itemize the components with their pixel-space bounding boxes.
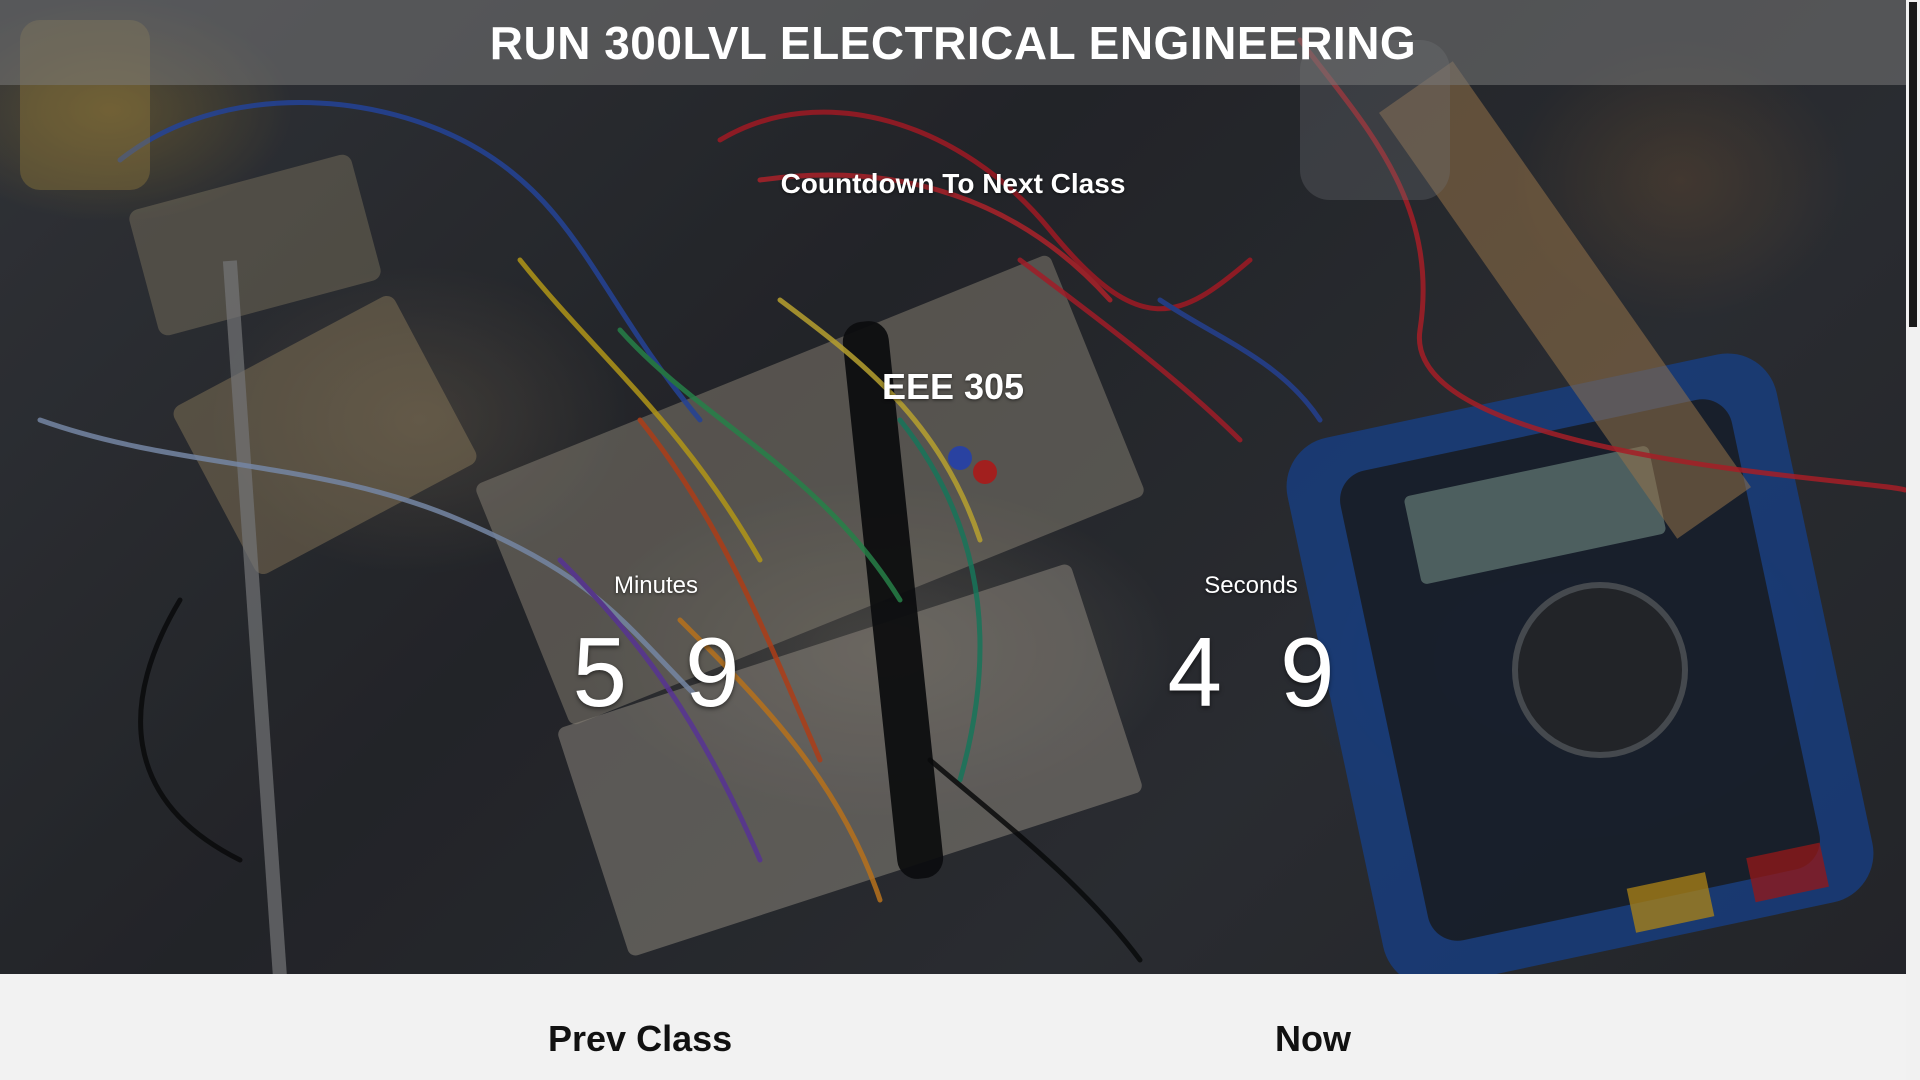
page: RUN 300LVL ELECTRICAL ENGINEERING Countd…	[0, 0, 1920, 1080]
seconds-digit-ones: 9	[1280, 617, 1335, 727]
countdown-heading: Countdown To Next Class	[780, 168, 1126, 199]
now-class-heading: Now	[1275, 1018, 1351, 1059]
site-title: RUN 300LVL ELECTRICAL ENGINEERING	[489, 16, 1417, 69]
class-schedule-section: Prev Class Now	[0, 974, 1906, 1080]
next-course-code: EEE 305	[881, 366, 1025, 407]
seconds-timer: Seconds 4 9	[1121, 572, 1381, 722]
scrollbar-thumb[interactable]	[1909, 2, 1917, 327]
hero-background-image	[0, 0, 1906, 974]
page-scrollbar[interactable]	[1906, 0, 1920, 1080]
minutes-digit-ones: 9	[685, 617, 740, 727]
seconds-digits: 4 9	[1121, 622, 1381, 722]
hero-overlay	[0, 0, 1906, 974]
seconds-label: Seconds	[1204, 572, 1298, 599]
minutes-digits: 5 9	[526, 622, 786, 722]
minutes-timer: Minutes 5 9	[526, 572, 786, 722]
minutes-digit-tens: 5	[572, 617, 627, 727]
prev-class-heading: Prev Class	[548, 1018, 733, 1059]
seconds-digit-tens: 4	[1167, 617, 1222, 727]
minutes-label: Minutes	[613, 572, 699, 599]
header-bar: RUN 300LVL ELECTRICAL ENGINEERING	[0, 0, 1906, 85]
